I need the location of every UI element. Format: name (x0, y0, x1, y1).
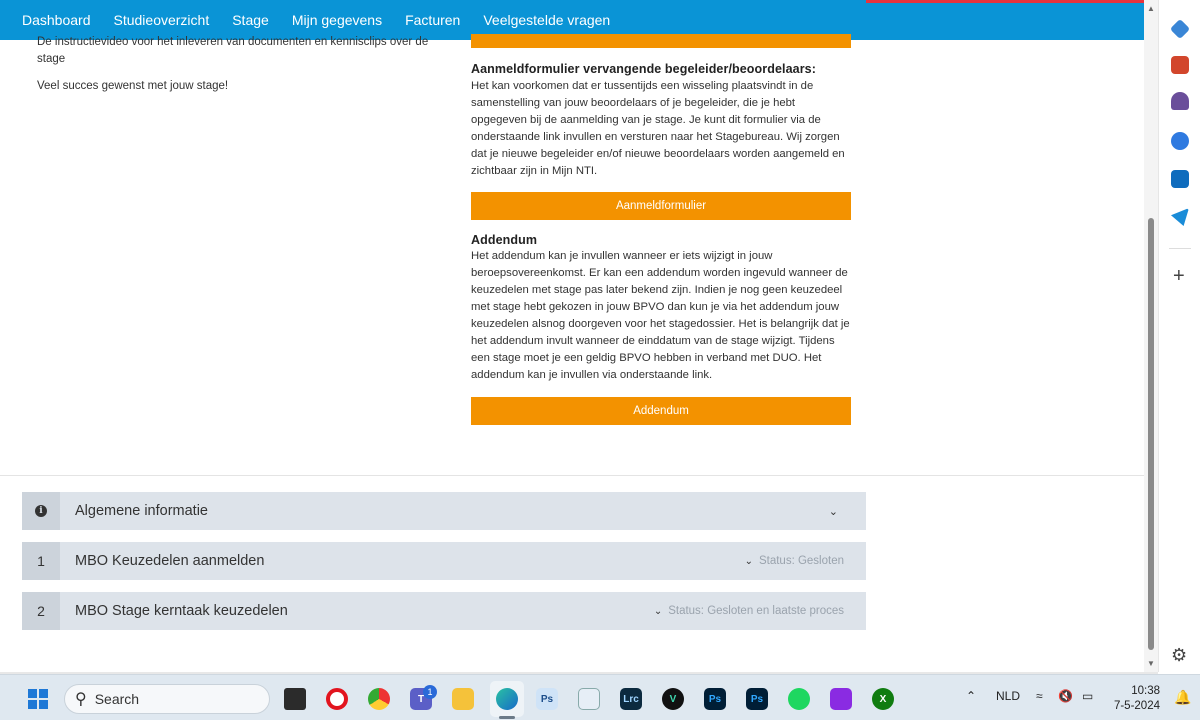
edge-icon[interactable] (496, 688, 518, 710)
photos-icon[interactable] (578, 688, 600, 710)
outlook-icon[interactable] (1171, 170, 1189, 188)
status-label: ⌄ Status: Gesloten en laatste proces (654, 605, 844, 617)
accordion-title: MBO Keuzedelen aanmelden (75, 553, 265, 569)
search-icon: ⚲ (75, 691, 87, 708)
search-placeholder: Search (94, 691, 140, 707)
accordion-title: Algemene informatie (75, 503, 208, 519)
addendum-title: Addendum (471, 233, 538, 247)
nav-dashboard[interactable]: Dashboard (22, 12, 91, 28)
accordion-algemene-informatie[interactable]: i Algemene informatie ⌄ (22, 492, 866, 530)
chevron-down-icon: ⌄ (653, 605, 663, 617)
send-icon[interactable] (1171, 208, 1189, 226)
replacement-text: Het kan voorkomen dat er tussentijds een… (471, 80, 845, 177)
nav-facturen[interactable]: Facturen (405, 12, 460, 28)
status-label: ⌄ Status: Gesloten (745, 555, 844, 567)
search-box[interactable]: ⚲ Search (64, 684, 270, 714)
nav-mijn-gegevens[interactable]: Mijn gegevens (292, 12, 382, 28)
active-app-indicator (499, 716, 515, 719)
windows-taskbar: ⚲ Search T 1 Ps Lrc V Ps Ps X ⌃ NLD ≈ 🔇 … (0, 674, 1200, 720)
gear-icon[interactable]: ⚙ (1171, 645, 1187, 666)
accordion-mbo-stage-kerntaak[interactable]: 2 MBO Stage kerntaak keuzedelen ⌄ Status… (22, 592, 866, 630)
good-luck-text: Veel succes gewenst met jouw stage! (37, 80, 229, 92)
sidebar-divider (1169, 248, 1191, 249)
lightroom-classic-icon[interactable]: Lrc (620, 688, 642, 710)
addendum-button[interactable]: Addendum (471, 397, 851, 425)
chevron-up-icon[interactable]: ⌃ (966, 689, 976, 703)
opera-icon[interactable] (326, 688, 348, 710)
toolbox-icon[interactable] (1171, 56, 1189, 74)
left-column: De instructievideo voor het inleveren va… (37, 34, 437, 99)
xbox-icon[interactable]: X (872, 688, 894, 710)
section-divider (0, 475, 1144, 476)
status-text: Status: Gesloten en laatste proces (668, 605, 844, 617)
bell-icon[interactable]: 🔔 (1174, 689, 1191, 706)
spotify-icon[interactable] (788, 688, 810, 710)
clock[interactable]: 10:38 7-5-2024 (1112, 684, 1160, 714)
instruction-video-text[interactable]: De instructievideo voor het inleveren va… (37, 34, 437, 68)
language-indicator[interactable]: NLD (996, 689, 1020, 703)
accordion-mbo-keuzedelen[interactable]: 1 MBO Keuzedelen aanmelden ⌄ Status: Ges… (22, 542, 866, 580)
games-icon[interactable] (1171, 92, 1189, 110)
addendum-text: Het addendum kan je invullen wanneer er … (471, 250, 850, 381)
start-button[interactable] (28, 689, 48, 709)
add-icon[interactable]: + (1173, 266, 1185, 286)
wifi-icon[interactable]: ≈ (1036, 689, 1043, 703)
photoshop-icon[interactable]: Ps (704, 688, 726, 710)
vectornator-icon[interactable]: V (662, 688, 684, 710)
replacement-title: Aanmeldformulier vervangende begeleider/… (471, 62, 816, 76)
step-number: 2 (22, 592, 60, 630)
scroll-up-icon[interactable]: ▲ (1147, 4, 1155, 13)
nav-studieoverzicht[interactable]: Studieoverzicht (114, 12, 210, 28)
step-number: 1 (22, 542, 60, 580)
task-view-icon[interactable] (284, 688, 306, 710)
info-icon-box: i (22, 492, 60, 530)
accordion-title: MBO Stage kerntaak keuzedelen (75, 603, 288, 619)
proton-icon[interactable] (830, 688, 852, 710)
nav-stage[interactable]: Stage (232, 12, 269, 28)
shopping-tag-icon[interactable] (1169, 18, 1191, 40)
time: 10:38 (1131, 685, 1160, 697)
browser-sidebar: + ⚙ (1158, 0, 1200, 672)
chevron-down-icon: ⌄ (828, 505, 838, 518)
copilot-icon[interactable] (1171, 132, 1189, 150)
scroll-down-icon[interactable]: ▼ (1147, 659, 1155, 668)
volume-muted-icon[interactable]: 🔇 (1058, 689, 1073, 703)
info-icon: i (35, 505, 47, 517)
chrome-icon[interactable] (368, 688, 390, 710)
aanmeldformulier-button[interactable]: Aanmeldformulier (471, 192, 851, 220)
scroll-thumb[interactable] (1148, 218, 1154, 650)
previous-button[interactable] (471, 34, 851, 48)
status-text: Status: Gesloten (758, 555, 844, 567)
file-explorer-icon[interactable] (452, 688, 474, 710)
chevron-down-icon: ⌄ (744, 555, 753, 567)
battery-icon[interactable]: ▭ (1082, 689, 1093, 703)
nav-veelgestelde-vragen[interactable]: Veelgestelde vragen (483, 12, 610, 28)
accent-line (866, 0, 1144, 3)
notification-badge: 1 (423, 685, 437, 699)
date: 7-5-2024 (1113, 700, 1160, 712)
vertical-scrollbar[interactable]: ▲ ▼ (1144, 0, 1158, 672)
photoshop-express-icon[interactable]: Ps (536, 688, 558, 710)
photoshop-beta-icon[interactable]: Ps (746, 688, 768, 710)
